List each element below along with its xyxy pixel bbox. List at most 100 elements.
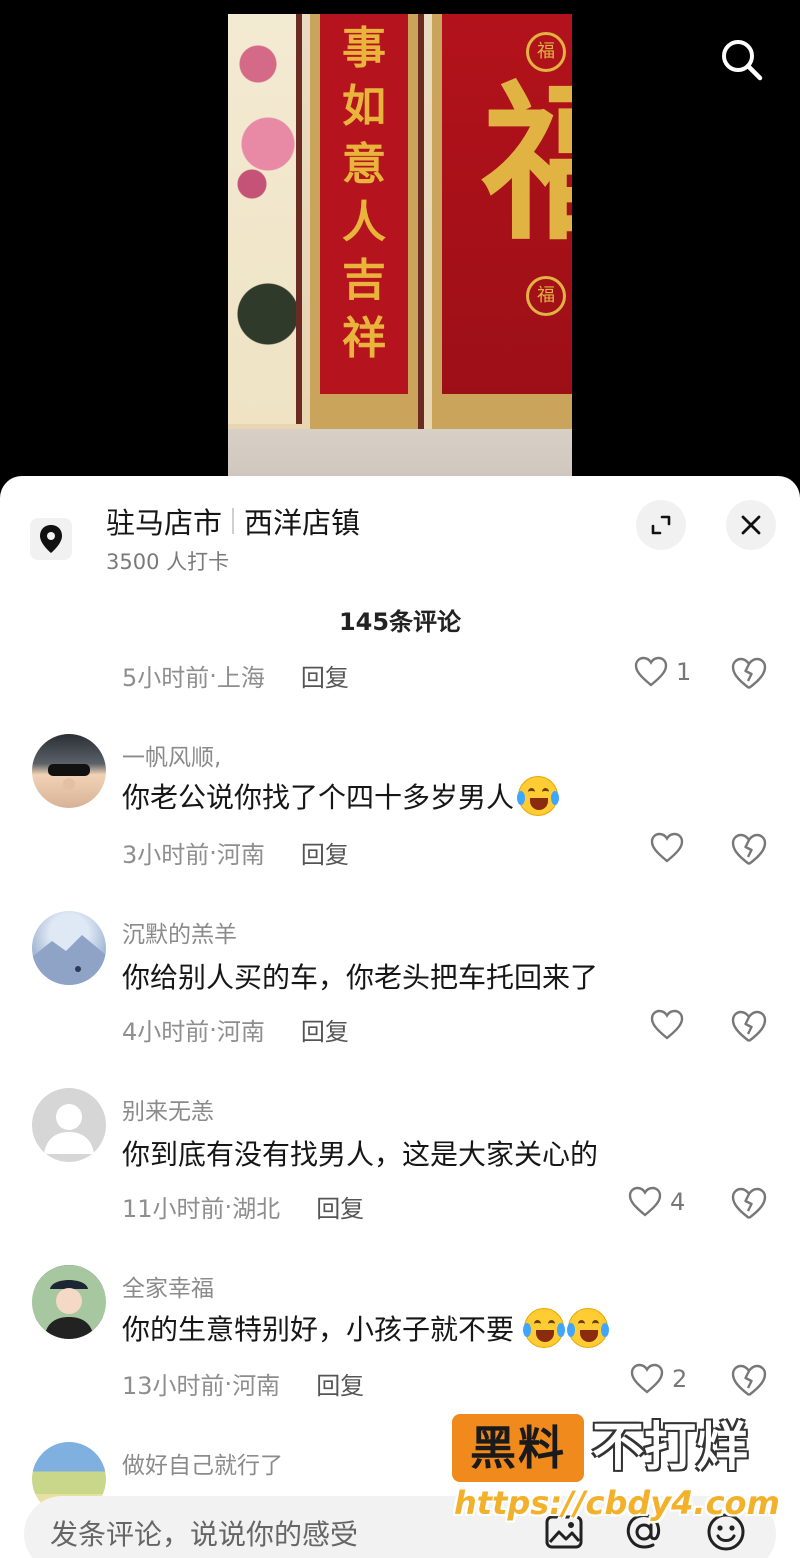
comment-time: 3小时前 [122, 841, 210, 869]
peony-painting [228, 14, 302, 424]
heart-icon [650, 832, 684, 863]
reply-button[interactable]: 回复 [301, 835, 349, 870]
location-title[interactable]: 驻马店市 西洋店镇 [106, 500, 360, 542]
comment-username[interactable]: 别来无恙 [122, 1092, 214, 1126]
crying-laugh-emoji [523, 1308, 566, 1348]
comment-username[interactable]: 沉默的羔羊 [122, 915, 237, 949]
comment-text: 你给别人买的车，你老头把车托回来了 [122, 956, 598, 996]
avatar[interactable] [32, 1088, 106, 1162]
image-button[interactable] [542, 1510, 586, 1554]
avatar[interactable] [32, 734, 106, 808]
dislike-button[interactable] [730, 1009, 768, 1045]
comment-username[interactable]: 做好自己就行了 [122, 1446, 283, 1480]
comment-region: 河南 [232, 1372, 281, 1400]
comment-body: 你给别人买的车，你老头把车托回来了 [122, 961, 599, 994]
comment-region: 河南 [216, 841, 265, 869]
reply-button[interactable]: 回复 [316, 1189, 364, 1224]
broken-heart-icon [731, 1010, 767, 1042]
heart-icon [630, 1363, 664, 1394]
comment-region: 湖北 [232, 1195, 281, 1223]
comment-region: 上海 [216, 664, 265, 692]
couplet-char: 意 [342, 139, 386, 190]
video-player[interactable]: 事 如 意 人 吉 祥 福 福 福 [0, 0, 800, 480]
like-button[interactable] [650, 832, 692, 864]
heart-icon [634, 656, 668, 687]
couplet-text: 事 如 意 人 吉 祥 [320, 14, 408, 394]
comment-time: 11小时前 [122, 1195, 225, 1223]
like-button[interactable] [650, 1009, 692, 1041]
meta-separator: · [224, 1192, 233, 1221]
couplet-char: 吉 [342, 255, 386, 306]
comment-text: 你老公说你找了个四十多岁男人 [122, 776, 560, 816]
like-button[interactable]: 4 [628, 1186, 685, 1218]
like-button[interactable]: 1 [634, 656, 691, 688]
heart-icon [628, 1186, 662, 1217]
avatar[interactable] [32, 1265, 106, 1339]
location-badge[interactable] [30, 518, 72, 560]
like-count: 2 [672, 1365, 688, 1393]
reply-button[interactable]: 回复 [301, 1012, 349, 1047]
like-count: 4 [670, 1188, 686, 1216]
comment-meta: 4小时前 · 河南 回复 [122, 1012, 349, 1047]
close-button[interactable] [726, 500, 776, 550]
avatar-image [48, 764, 90, 790]
comment-body: 你到底有没有找男人，这是大家关心的 [122, 1138, 599, 1171]
comment-username[interactable]: 全家幸福 [122, 1269, 214, 1303]
reply-button[interactable]: 回复 [316, 1366, 364, 1401]
like-button[interactable]: 2 [630, 1363, 687, 1395]
fu-panel: 福 福 福 [442, 14, 572, 394]
expand-button[interactable] [636, 500, 686, 550]
comment-time: 5小时前 [122, 664, 210, 692]
location-divider [232, 508, 235, 534]
image-icon [545, 1515, 583, 1549]
crying-laugh-emoji [517, 776, 560, 816]
couplet-char: 祥 [342, 313, 386, 364]
meta-separator: · [209, 1015, 217, 1044]
emoji-button[interactable] [704, 1510, 748, 1554]
comment-body: 你的生意特别好，小孩子就不要 [122, 1313, 515, 1346]
comment-time: 4小时前 [122, 1018, 210, 1046]
couplet-char: 人 [342, 197, 386, 248]
search-button[interactable] [716, 34, 768, 86]
comment-time: 13小时前 [122, 1372, 225, 1400]
comment-count: 145条评论 [338, 608, 462, 636]
broken-heart-icon [731, 657, 767, 689]
floor [228, 429, 572, 480]
heart-icon [650, 1009, 684, 1040]
fu-scroll: 福 福 福 [432, 14, 572, 429]
fu-character: 福 [482, 64, 572, 264]
location-city: 驻马店市 [106, 506, 223, 540]
comment-text: 你的生意特别好，小孩子就不要 [122, 1308, 610, 1348]
dislike-button[interactable] [730, 832, 768, 868]
couplet-char: 如 [342, 81, 386, 132]
broken-heart-icon [731, 833, 767, 865]
location-town: 西洋店镇 [244, 506, 361, 540]
reply-button[interactable]: 回复 [301, 658, 349, 693]
comment-body: 你老公说你找了个四十多岁男人 [122, 781, 515, 814]
comment-username[interactable]: 一帆风顺, [122, 738, 221, 772]
couplet-scroll: 事 如 意 人 吉 祥 [310, 14, 424, 429]
comment-input-bar[interactable] [24, 1496, 776, 1558]
avatar-image [32, 1265, 106, 1339]
avatar[interactable] [32, 911, 106, 985]
comment-region: 河南 [216, 1018, 265, 1046]
map-pin-icon [40, 525, 62, 553]
close-icon [741, 515, 761, 535]
comment-meta: 3小时前 · 河南 回复 [122, 835, 349, 870]
comment-meta: 5小时前 · 上海 回复 [122, 658, 349, 693]
checkin-count: 3500 人打卡 [106, 550, 230, 574]
dislike-button[interactable] [730, 1186, 768, 1222]
search-icon [722, 40, 763, 81]
comment-meta: 13小时前 · 河南 回复 [122, 1366, 364, 1401]
dislike-button[interactable] [730, 656, 768, 692]
comment-sheet: 驻马店市 西洋店镇 3500 人打卡 145条评论 5小时前 · 上海 回复 1 [0, 476, 800, 1558]
avatar-image [32, 935, 106, 985]
crying-laugh-emoji [567, 1308, 610, 1348]
expand-icon [651, 515, 671, 535]
comment-meta: 11小时前 · 湖北 回复 [122, 1189, 364, 1224]
mention-button[interactable] [622, 1510, 666, 1554]
comment-input[interactable] [50, 1517, 530, 1551]
dislike-button[interactable] [730, 1363, 768, 1399]
video-frame[interactable]: 事 如 意 人 吉 祥 福 福 福 [228, 14, 572, 480]
broken-heart-icon [731, 1187, 767, 1219]
